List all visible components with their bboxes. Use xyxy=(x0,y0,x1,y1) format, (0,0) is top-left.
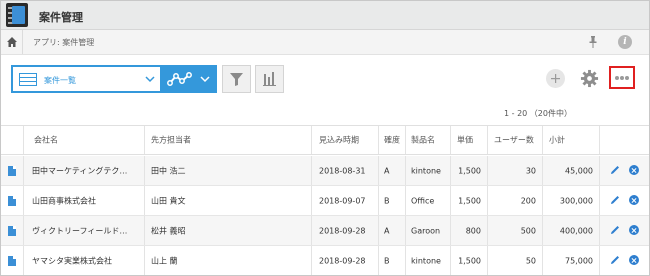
app-icon xyxy=(6,3,28,27)
graph-icon xyxy=(167,72,192,86)
breadcrumb-app-link[interactable]: アプリ: 案件管理 xyxy=(33,37,94,48)
unit-price-cell: 1,500 xyxy=(458,256,481,265)
breadcrumb: アプリ: 案件管理 i xyxy=(1,30,649,55)
close-circle-icon[interactable] xyxy=(629,255,639,265)
bar-chart-icon xyxy=(263,72,276,86)
user-count-cell: 200 xyxy=(520,196,536,205)
close-circle-icon[interactable] xyxy=(629,225,639,235)
contact-cell: 田中 浩二 xyxy=(151,166,186,175)
subtotal-cell: 400,000 xyxy=(559,226,593,235)
graph-button[interactable] xyxy=(255,65,284,93)
more-options-button[interactable] xyxy=(609,66,635,89)
home-icon xyxy=(7,37,17,47)
filter-icon xyxy=(230,73,243,86)
column-header[interactable]: 小計 xyxy=(549,135,565,146)
app-title: 案件管理 xyxy=(39,11,83,24)
column-header[interactable]: ユーザー数 xyxy=(494,135,534,146)
date-cell: 2018-09-28 xyxy=(319,226,366,235)
probability-cell: B xyxy=(384,256,390,265)
date-cell: 2018-08-31 xyxy=(319,166,366,175)
app-window: 案件管理 アプリ: 案件管理 i 案件一覧 1 - 20 （20件中） 会社名 … xyxy=(0,0,650,276)
contact-cell: 松井 義昭 xyxy=(151,226,186,235)
subtotal-cell: 300,000 xyxy=(559,196,593,205)
table-row: 田中マーケティングテク… 田中 浩二 2018-08-31 A kintone … xyxy=(1,156,649,186)
home-button[interactable] xyxy=(1,30,23,54)
add-record-button[interactable] xyxy=(546,69,565,88)
product-cell: kintone xyxy=(411,166,441,175)
pencil-icon[interactable] xyxy=(609,254,621,266)
contact-cell: 山上 蘭 xyxy=(151,256,178,265)
app-header: 案件管理 xyxy=(1,1,649,30)
product-cell: Office xyxy=(411,196,435,205)
column-header[interactable]: 見込み時期 xyxy=(319,135,359,146)
document-icon[interactable] xyxy=(8,256,16,266)
document-icon[interactable] xyxy=(8,196,16,206)
column-header[interactable]: 確度 xyxy=(384,135,400,146)
table-header-row: 会社名 先方担当者 見込み時期 確度 製品名 単価 ユーザー数 小計 xyxy=(1,125,649,155)
company-name-cell: 山田商事株式会社 xyxy=(32,196,96,205)
date-cell: 2018-09-07 xyxy=(319,196,366,205)
date-cell: 2018-09-28 xyxy=(319,256,366,265)
view-selector-label: 案件一覧 xyxy=(44,76,76,85)
gear-icon[interactable] xyxy=(580,69,599,88)
filter-button[interactable] xyxy=(222,65,251,93)
pencil-icon[interactable] xyxy=(609,224,621,236)
plus-icon xyxy=(551,74,560,83)
column-header[interactable]: 会社名 xyxy=(34,135,58,146)
table-row: 山田商事株式会社 山田 貴文 2018-09-07 B Office 1,500… xyxy=(1,186,649,216)
probability-cell: A xyxy=(384,166,390,175)
unit-price-cell: 800 xyxy=(465,226,481,235)
graph-menu-button[interactable] xyxy=(162,65,217,93)
close-circle-icon[interactable] xyxy=(629,165,639,175)
subtotal-cell: 45,000 xyxy=(565,166,593,175)
user-count-cell: 50 xyxy=(525,256,536,265)
column-header[interactable]: 製品名 xyxy=(411,135,435,146)
probability-cell: A xyxy=(384,226,390,235)
close-circle-icon[interactable] xyxy=(629,195,639,205)
product-cell: kintone xyxy=(411,256,441,265)
product-cell: Garoon xyxy=(411,226,441,235)
table-row: ヴィクトリーフィールド… 松井 義昭 2018-09-28 A Garoon 8… xyxy=(1,216,649,246)
chevron-down-icon xyxy=(145,76,155,83)
document-icon[interactable] xyxy=(8,166,16,176)
column-header[interactable]: 単価 xyxy=(457,135,473,146)
pin-icon[interactable] xyxy=(588,36,598,48)
contact-cell: 山田 貴文 xyxy=(151,196,186,205)
table-row: ヤマシタ実業株式会社 山上 蘭 2018-09-28 B kintone 1,5… xyxy=(1,246,649,275)
unit-price-cell: 1,500 xyxy=(458,196,481,205)
user-count-cell: 500 xyxy=(520,226,536,235)
subtotal-cell: 75,000 xyxy=(565,256,593,265)
pagination-info: 1 - 20 （20件中） xyxy=(504,109,572,118)
column-header[interactable]: 先方担当者 xyxy=(151,135,191,146)
probability-cell: B xyxy=(384,196,390,205)
user-count-cell: 30 xyxy=(525,166,536,175)
unit-price-cell: 1,500 xyxy=(458,166,481,175)
pencil-icon[interactable] xyxy=(609,164,621,176)
company-name-cell: ヤマシタ実業株式会社 xyxy=(32,256,112,265)
company-name-cell: 田中マーケティングテク… xyxy=(32,166,128,175)
view-selector[interactable]: 案件一覧 xyxy=(11,65,162,93)
document-icon[interactable] xyxy=(8,226,16,236)
list-icon xyxy=(19,73,37,86)
info-icon[interactable]: i xyxy=(618,35,632,49)
chevron-down-icon xyxy=(200,76,210,83)
company-name-cell: ヴィクトリーフィールド… xyxy=(32,226,128,235)
pencil-icon[interactable] xyxy=(609,194,621,206)
